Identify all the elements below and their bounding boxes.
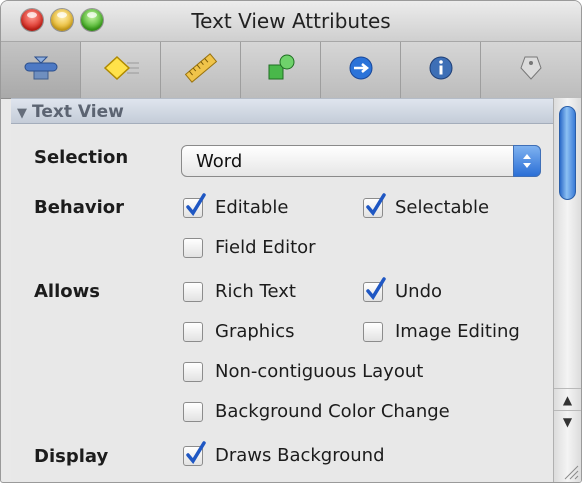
tab-size[interactable] bbox=[161, 42, 241, 98]
undo-label: Undo bbox=[395, 281, 443, 302]
selectable-label: Selectable bbox=[395, 197, 490, 218]
image-editing-checkbox[interactable]: Image Editing bbox=[363, 321, 520, 342]
popup-arrows-icon bbox=[513, 145, 541, 177]
checkmark-icon bbox=[366, 276, 386, 300]
section-title: Text View bbox=[32, 102, 124, 122]
checkbox-box bbox=[183, 401, 203, 422]
checkmark-icon bbox=[186, 192, 206, 216]
non-contiguous-layout-checkbox[interactable]: Non-contiguous Layout bbox=[183, 361, 423, 382]
checkbox-box bbox=[183, 237, 203, 258]
checkmark-icon bbox=[366, 192, 386, 216]
selection-value: Word bbox=[196, 151, 243, 172]
scroll-up-arrow-icon[interactable]: ▲ bbox=[554, 388, 581, 410]
inspector-window: Text View Attributes ▼ Text View Selecti… bbox=[0, 0, 582, 483]
rich-text-checkbox[interactable]: Rich Text bbox=[183, 281, 296, 302]
checkbox-box bbox=[183, 440, 206, 466]
rich-text-label: Rich Text bbox=[215, 281, 296, 302]
attributes-pane: Selection Word Behavior Editable Selecta… bbox=[11, 125, 553, 482]
editable-label: Editable bbox=[215, 197, 289, 218]
selectable-checkbox[interactable]: Selectable bbox=[363, 192, 490, 218]
field-editor-checkbox[interactable]: Field Editor bbox=[183, 237, 316, 258]
window-title: Text View Attributes bbox=[191, 9, 391, 33]
checkbox-box bbox=[363, 276, 386, 302]
selection-label: Selection bbox=[34, 147, 129, 168]
undo-checkbox[interactable]: Undo bbox=[363, 276, 443, 302]
connections-icon bbox=[341, 53, 381, 87]
background-color-change-label: Background Color Change bbox=[215, 401, 450, 422]
checkbox-box bbox=[183, 192, 206, 218]
checkbox-box bbox=[363, 192, 386, 218]
checkbox-box bbox=[183, 361, 203, 382]
selection-popup[interactable]: Word bbox=[181, 145, 541, 177]
tab-effects[interactable] bbox=[81, 42, 161, 98]
field-editor-label: Field Editor bbox=[215, 237, 316, 258]
allows-label: Allows bbox=[34, 281, 100, 302]
graphics-checkbox[interactable]: Graphics bbox=[183, 321, 295, 342]
tab-info[interactable] bbox=[401, 42, 481, 98]
scroll-down-arrow-icon[interactable]: ▼ bbox=[554, 410, 581, 432]
size-ruler-icon bbox=[181, 53, 221, 87]
checkmark-icon bbox=[186, 440, 206, 464]
checkbox-box bbox=[183, 281, 203, 302]
tab-connections[interactable] bbox=[321, 42, 401, 98]
tab-bindings[interactable] bbox=[241, 42, 321, 98]
text-view-section-header[interactable]: ▼ Text View bbox=[11, 98, 553, 124]
info-icon bbox=[421, 53, 461, 87]
checkbox-box bbox=[363, 321, 383, 342]
title-bar[interactable]: Text View Attributes bbox=[1, 1, 581, 41]
background-color-change-checkbox[interactable]: Background Color Change bbox=[183, 401, 450, 422]
inspector-toolbar bbox=[1, 41, 581, 99]
disclosure-triangle-icon[interactable]: ▼ bbox=[17, 106, 27, 121]
identity-icon bbox=[511, 53, 551, 87]
tab-identity[interactable] bbox=[481, 42, 581, 98]
graphics-label: Graphics bbox=[215, 321, 295, 342]
vertical-scrollbar[interactable]: ▲ ▼ bbox=[553, 98, 581, 482]
editable-checkbox[interactable]: Editable bbox=[183, 192, 289, 218]
non-contiguous-layout-label: Non-contiguous Layout bbox=[215, 361, 424, 382]
scrollbar-thumb[interactable] bbox=[559, 106, 576, 200]
bindings-icon bbox=[261, 53, 301, 87]
display-label: Display bbox=[34, 446, 109, 467]
behavior-label: Behavior bbox=[34, 197, 125, 218]
attributes-icon bbox=[21, 53, 61, 87]
checkbox-box bbox=[183, 321, 203, 342]
image-editing-label: Image Editing bbox=[395, 321, 520, 342]
effects-icon bbox=[101, 53, 141, 87]
draws-background-label: Draws Background bbox=[215, 445, 385, 466]
resize-grip-icon[interactable] bbox=[561, 462, 579, 480]
draws-background-checkbox[interactable]: Draws Background bbox=[183, 440, 385, 466]
tab-attributes[interactable] bbox=[1, 42, 81, 98]
